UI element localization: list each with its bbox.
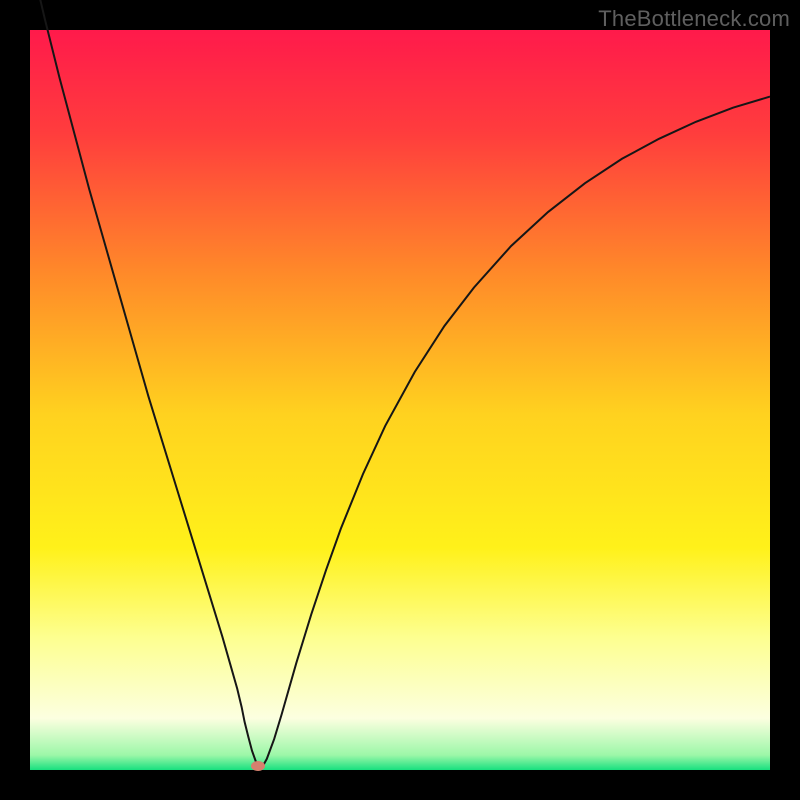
plot-area — [30, 30, 770, 770]
chart-frame: TheBottleneck.com — [0, 0, 800, 800]
bottleneck-curve — [30, 30, 770, 770]
watermark-text: TheBottleneck.com — [598, 6, 790, 32]
